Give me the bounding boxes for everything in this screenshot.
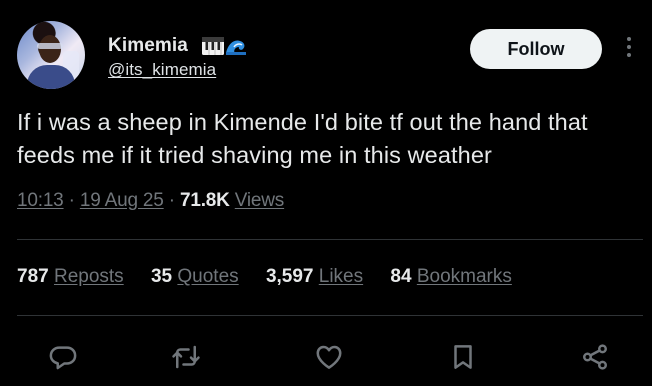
stat-number: 3,597 — [265, 266, 314, 287]
tweet-date[interactable]: 19 Aug 25 — [80, 190, 164, 211]
views-label[interactable]: Views — [235, 190, 285, 211]
meta-separator: · — [168, 190, 180, 211]
tweet-time[interactable]: 10:13 — [17, 190, 64, 211]
stat-number: 84 — [390, 266, 412, 287]
name-emoji-icon — [202, 37, 246, 55]
stat-label: Quotes — [177, 266, 239, 287]
share-icon[interactable] — [578, 340, 612, 374]
engagement-stats: 787 Reposts 35 Quotes 3,597 Likes 84 Boo… — [17, 266, 534, 288]
stat-label: Reposts — [53, 266, 124, 287]
tweet-text: If i was a sheep in Kimende I'd bite tf … — [17, 109, 588, 168]
like-icon[interactable] — [312, 340, 346, 374]
bookmark-icon[interactable] — [446, 340, 480, 374]
more-icon[interactable] — [622, 37, 636, 63]
display-name[interactable]: Kimemia — [108, 35, 188, 57]
stat-reposts[interactable]: 787 Reposts — [17, 266, 124, 288]
avatar-face — [39, 35, 61, 63]
avatar-glasses — [37, 43, 63, 49]
stat-number: 35 — [150, 266, 173, 287]
user-handle[interactable]: @its_kimemia — [108, 60, 216, 80]
tweet-header: Kimemia @its_kimemia Follow — [0, 0, 652, 100]
stat-likes[interactable]: 3,597 Likes — [266, 266, 363, 288]
stat-label: Bookmarks — [416, 266, 512, 287]
stat-label: Likes — [318, 266, 364, 287]
divider — [17, 315, 643, 316]
views-count: 71.8K — [179, 190, 230, 211]
action-bar — [0, 336, 652, 376]
avatar[interactable] — [17, 21, 85, 89]
tweet-meta: 10:13 · 19 Aug 25 · 71.8K Views — [17, 190, 284, 212]
follow-button[interactable]: Follow — [470, 29, 602, 69]
stat-quotes[interactable]: 35 Quotes — [151, 266, 239, 288]
stat-bookmarks[interactable]: 84 Bookmarks — [390, 266, 511, 288]
stat-number: 787 — [17, 266, 49, 287]
meta-separator: · — [68, 190, 80, 211]
repost-icon[interactable] — [169, 340, 203, 374]
reply-icon[interactable] — [46, 340, 80, 374]
divider — [17, 239, 643, 240]
